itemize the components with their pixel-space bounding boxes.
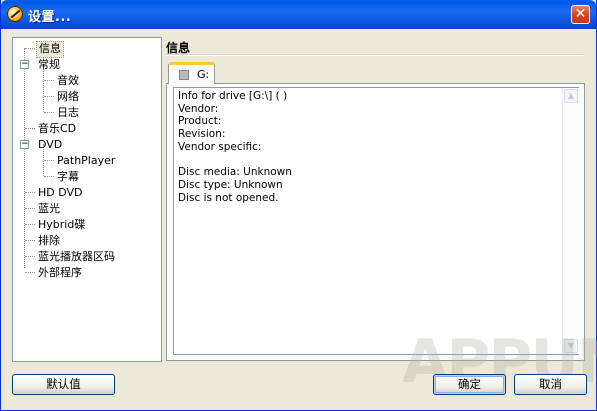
cancel-button[interactable]: 取消 (514, 374, 587, 395)
tree-item-external-programs[interactable]: 外部程序 (36, 265, 84, 280)
drive-info-text: Info for drive [G:\] ( ) Vendor: Product: R… (178, 90, 558, 204)
drive-info-line: Info for drive [G:\] ( ) (178, 90, 288, 102)
tree-connector (24, 48, 25, 268)
tree-collapse-dvd-icon[interactable]: − (20, 140, 29, 149)
tree-item-audio[interactable]: 音效 (55, 73, 81, 88)
tree-item-exclude[interactable]: 排除 (36, 233, 62, 248)
tree-connector (25, 48, 35, 49)
title-bar[interactable]: 设置... ✕ (1, 0, 596, 29)
drive-info-line: Product: (178, 115, 222, 128)
tree-item-hd-dvd[interactable]: HD DVD (36, 185, 85, 200)
tree-collapse-general-icon[interactable]: − (20, 60, 29, 69)
drive-info-line (178, 154, 558, 167)
scroll-down-icon[interactable]: ▼ (564, 339, 578, 353)
tree-connector (25, 208, 35, 209)
tree-item-network[interactable]: 网络 (55, 89, 81, 104)
tree-item-dvd[interactable]: DVD (36, 137, 64, 152)
tree-connector (44, 160, 54, 161)
panel-title: 信息 (166, 41, 191, 55)
scroll-up-icon[interactable]: ▲ (564, 89, 578, 103)
tree-item-bluray-region[interactable]: 蓝光播放器区码 (36, 249, 117, 264)
tree-connector (25, 224, 35, 225)
tree-item-hybrid-disc[interactable]: Hybrid碟 (36, 217, 87, 232)
tree-connector (44, 176, 54, 177)
tree-connector (25, 256, 35, 257)
tree-connector (25, 192, 35, 193)
tree-connector (25, 272, 35, 273)
drive-info-line: Vendor specific: (178, 140, 262, 153)
drive-info-line: Vendor: (178, 102, 219, 115)
tree-connector (25, 128, 35, 129)
tree-item-info[interactable]: 信息 (36, 41, 64, 58)
tree-item-music-cd[interactable]: 音乐CD (36, 121, 78, 136)
tree-connector (44, 112, 54, 113)
tree-item-pathplayer[interactable]: PathPlayer (55, 153, 117, 168)
tree-connector (25, 240, 35, 241)
tree-connector (44, 96, 54, 97)
dialog-client-area: 信息 − 常规 音效 网络 日志 音乐CD − DVD PathPlayer 字… (4, 29, 597, 407)
tree-item-bluray[interactable]: 蓝光 (36, 201, 62, 216)
tab-drive-g[interactable]: G: (168, 62, 215, 84)
drive-info-line: Disc is not opened. (178, 191, 279, 204)
vertical-scrollbar[interactable]: ▲ ▼ (562, 88, 579, 354)
drive-info-line: Revision: (178, 128, 226, 141)
drive-icon (179, 70, 189, 80)
drive-info-line: Disc media: Unknown (178, 166, 292, 179)
ok-button[interactable]: 确定 (433, 374, 506, 395)
drive-info-line: Disc type: Unknown (178, 178, 283, 191)
tree-item-general[interactable]: 常规 (36, 57, 62, 72)
tab-drive-g-label: G: (197, 68, 210, 81)
tree-item-log[interactable]: 日志 (55, 105, 81, 120)
settings-tree[interactable]: 信息 − 常规 音效 网络 日志 音乐CD − DVD PathPlayer 字… (12, 37, 162, 362)
settings-dialog: 设置... ✕ 信息 − 常规 音效 网络 日志 音乐CD − DVD Path… (0, 0, 597, 411)
panel-title-divider (166, 55, 584, 56)
app-disc-icon (7, 6, 23, 22)
close-button[interactable]: ✕ (571, 5, 590, 24)
tree-item-subtitles[interactable]: 字幕 (55, 169, 81, 184)
drive-info-textbox[interactable]: Info for drive [G:\] ( ) Vendor: Product: R… (173, 87, 579, 355)
tree-connector (44, 80, 54, 81)
window-title: 设置... (28, 10, 72, 25)
defaults-button[interactable]: 默认值 (12, 374, 115, 395)
